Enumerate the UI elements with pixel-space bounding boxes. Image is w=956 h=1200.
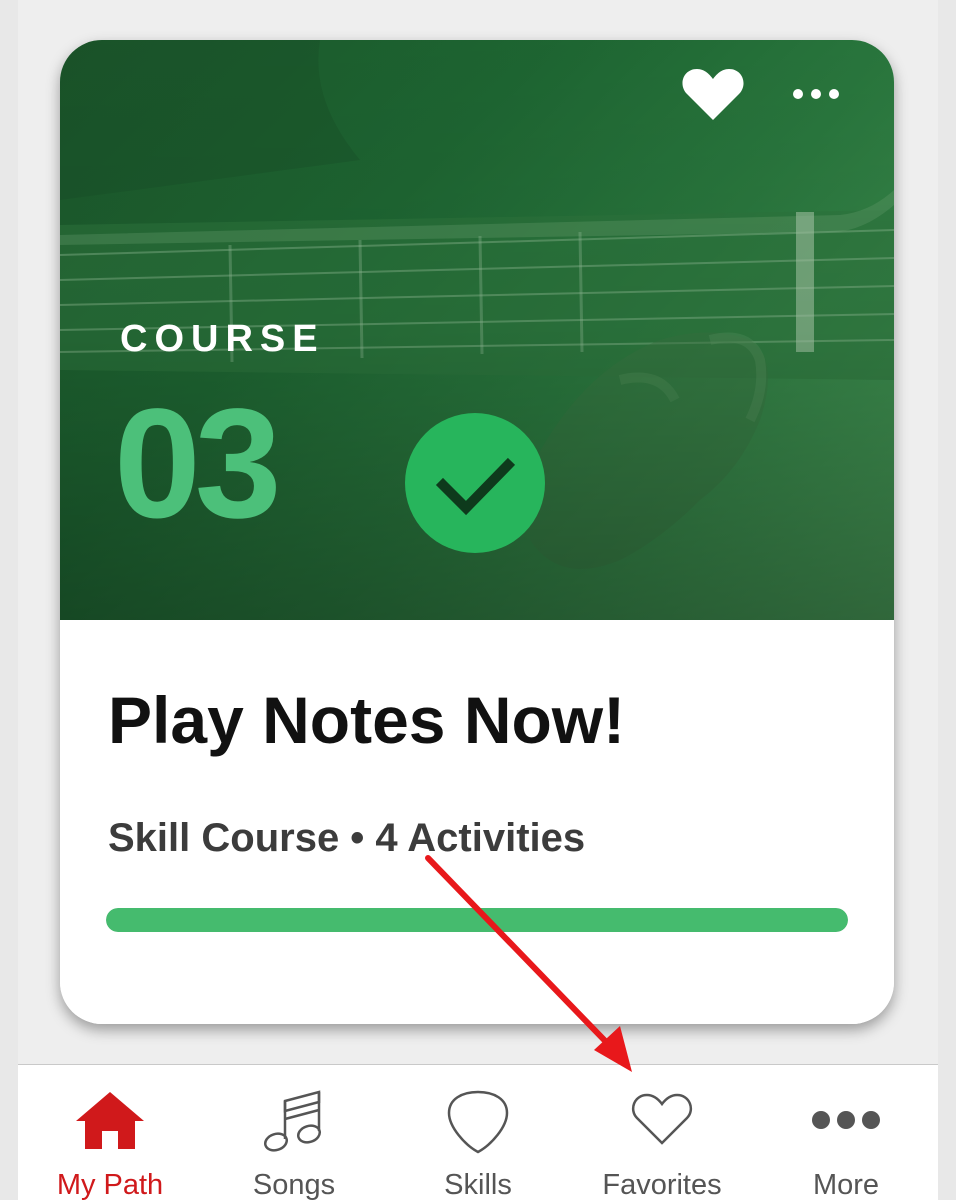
bottom-tab-bar: My Path Songs Skills Favorites More: [18, 1064, 938, 1200]
tab-label: More: [812, 1169, 880, 1200]
favorite-button[interactable]: [680, 64, 746, 124]
tab-label: My Path: [56, 1169, 164, 1200]
tab-label: Skills: [444, 1169, 512, 1200]
course-card[interactable]: COURSE 03 Play Notes Now! Skill Course •…: [60, 40, 894, 1024]
course-progress-bar: [106, 908, 848, 932]
tab-label: Favorites: [602, 1169, 722, 1200]
course-meta: Skill Course • 4 Activities: [108, 816, 586, 860]
course-number: 03: [114, 377, 282, 551]
more-dots-icon: [793, 89, 839, 99]
more-dots-icon: [812, 1111, 880, 1129]
course-title: Play Notes Now!: [108, 683, 626, 757]
completed-check-icon: [405, 413, 545, 553]
card-more-button[interactable]: [786, 74, 846, 114]
course-card-body: Play Notes Now! Skill Course • 4 Activit…: [60, 620, 894, 1024]
heart-outline-icon: [631, 1093, 693, 1145]
course-progress-fill: [106, 908, 848, 932]
tab-songs[interactable]: Songs: [202, 1065, 386, 1200]
tab-skills[interactable]: Skills: [386, 1065, 570, 1200]
course-card-hero: COURSE 03: [60, 40, 894, 620]
music-note-icon: [264, 1090, 321, 1152]
home-icon: [76, 1092, 144, 1149]
heart-filled-icon: [682, 69, 744, 120]
app-screen: COURSE 03 Play Notes Now! Skill Course •…: [0, 0, 956, 1200]
course-eyebrow: COURSE: [120, 318, 325, 360]
tab-my-path[interactable]: My Path: [18, 1065, 202, 1200]
tab-more[interactable]: More: [754, 1065, 938, 1200]
tab-favorites[interactable]: Favorites: [570, 1065, 754, 1200]
tab-label: Songs: [252, 1169, 336, 1200]
guitar-pick-icon: [447, 1090, 509, 1154]
